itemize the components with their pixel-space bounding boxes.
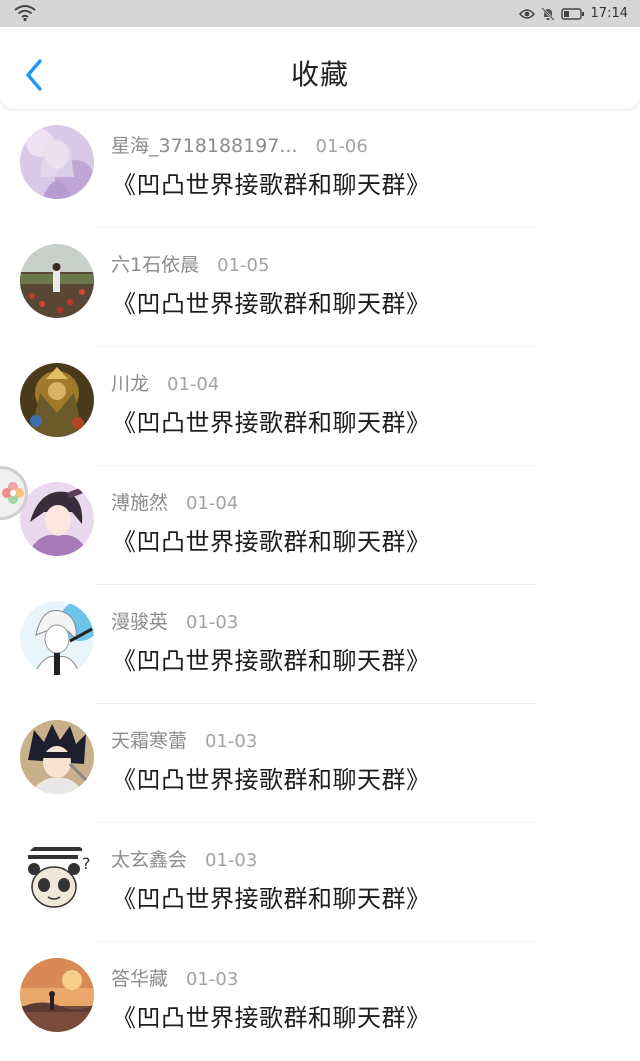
item-meta: 溥施然 01-04 — [111, 488, 238, 515]
author-name: 太玄鑫会 — [111, 849, 188, 871]
item-date: 01-03 — [186, 969, 239, 990]
item-date: 01-03 — [205, 731, 258, 752]
game-character-avatar[interactable] — [20, 363, 94, 437]
item-meta: 漫骏英 01-03 — [111, 607, 238, 634]
item-title: 《凹凸世界接歌群和聊天群》 — [112, 528, 431, 556]
item-title: 《凹凸世界接歌群和聊天群》 — [112, 290, 431, 318]
item-meta: 天霜寒蕾 01-03 — [111, 726, 257, 753]
battery-icon — [560, 7, 584, 20]
item-date: 01-06 — [315, 136, 368, 157]
list-item[interactable]: 漫骏英 01-03 《凹凸世界接歌群和聊天群》 — [0, 585, 640, 704]
navigation-header: 收藏 — [0, 27, 640, 109]
author-name: 星海_3718188197... — [111, 135, 298, 157]
author-name: 六1石依晨 — [111, 254, 200, 276]
list-item[interactable]: 星海_3718188197... 01-06 《凹凸世界接歌群和聊天群》 — [0, 109, 640, 228]
item-title: 《凹凸世界接歌群和聊天群》 — [112, 1004, 431, 1032]
mute-bell-icon — [540, 6, 555, 21]
favorites-list: 星海_3718188197... 01-06 《凹凸世界接歌群和聊天群》 六1石… — [0, 109, 640, 1061]
item-title: 《凹凸世界接歌群和聊天群》 — [112, 171, 431, 199]
author-name: 天霜寒蕾 — [111, 730, 188, 752]
page-title: 收藏 — [290, 58, 349, 91]
item-date: 01-03 — [205, 850, 258, 871]
anime-boy-purple-avatar[interactable] — [20, 482, 94, 556]
white-hair-anime-avatar[interactable] — [20, 601, 94, 675]
list-item[interactable]: 天霜寒蕾 01-03 《凹凸世界接歌群和聊天群》 — [0, 704, 640, 823]
ninja-anime-avatar[interactable] — [20, 720, 94, 794]
item-title: 《凹凸世界接歌群和聊天群》 — [112, 766, 431, 794]
svg-text:?: ? — [82, 854, 91, 873]
item-meta: 川龙 01-04 — [111, 369, 219, 396]
item-meta: 太玄鑫会 01-03 — [111, 845, 257, 872]
list-item[interactable]: 六1石依晨 01-05 《凹凸世界接歌群和聊天群》 — [0, 228, 640, 347]
item-title: 《凹凸世界接歌群和聊天群》 — [112, 647, 431, 675]
flower-icon — [2, 482, 24, 504]
author-name: 漫骏英 — [111, 611, 169, 633]
item-meta: 六1石依晨 01-05 — [111, 250, 269, 277]
author-name: 溥施然 — [111, 492, 169, 514]
wifi-icon — [14, 5, 36, 22]
status-time: 17:14 — [590, 6, 628, 21]
list-item[interactable]: 溥施然 01-04 《凹凸世界接歌群和聊天群》 — [0, 466, 640, 585]
status-bar: 17:14 — [0, 0, 640, 27]
list-item[interactable]: 答华藏 01-03 《凹凸世界接歌群和聊天群》 — [0, 942, 640, 1061]
item-title: 《凹凸世界接歌群和聊天群》 — [112, 885, 431, 913]
list-item[interactable]: ? 太玄鑫会 01-03 《凹凸世界接歌群和聊天群》 — [0, 823, 640, 942]
item-meta: 答华藏 01-03 — [111, 964, 238, 991]
item-date: 01-03 — [186, 612, 239, 633]
item-date: 01-05 — [217, 255, 270, 276]
panda-meme-avatar[interactable]: ? — [20, 839, 94, 913]
item-meta: 星海_3718188197... 01-06 — [111, 131, 368, 158]
item-date: 01-04 — [167, 374, 220, 395]
anime-girl-purple-avatar[interactable] — [20, 125, 94, 199]
item-date: 01-04 — [186, 493, 239, 514]
author-name: 川龙 — [111, 373, 150, 395]
item-title: 《凹凸世界接歌群和聊天群》 — [112, 409, 431, 437]
flower-field-photo-avatar[interactable] — [20, 244, 94, 318]
list-item[interactable]: 川龙 01-04 《凹凸世界接歌群和聊天群》 — [0, 347, 640, 466]
eye-icon — [518, 8, 535, 19]
sunset-illustration-avatar[interactable] — [20, 958, 94, 1032]
author-name: 答华藏 — [111, 968, 169, 990]
